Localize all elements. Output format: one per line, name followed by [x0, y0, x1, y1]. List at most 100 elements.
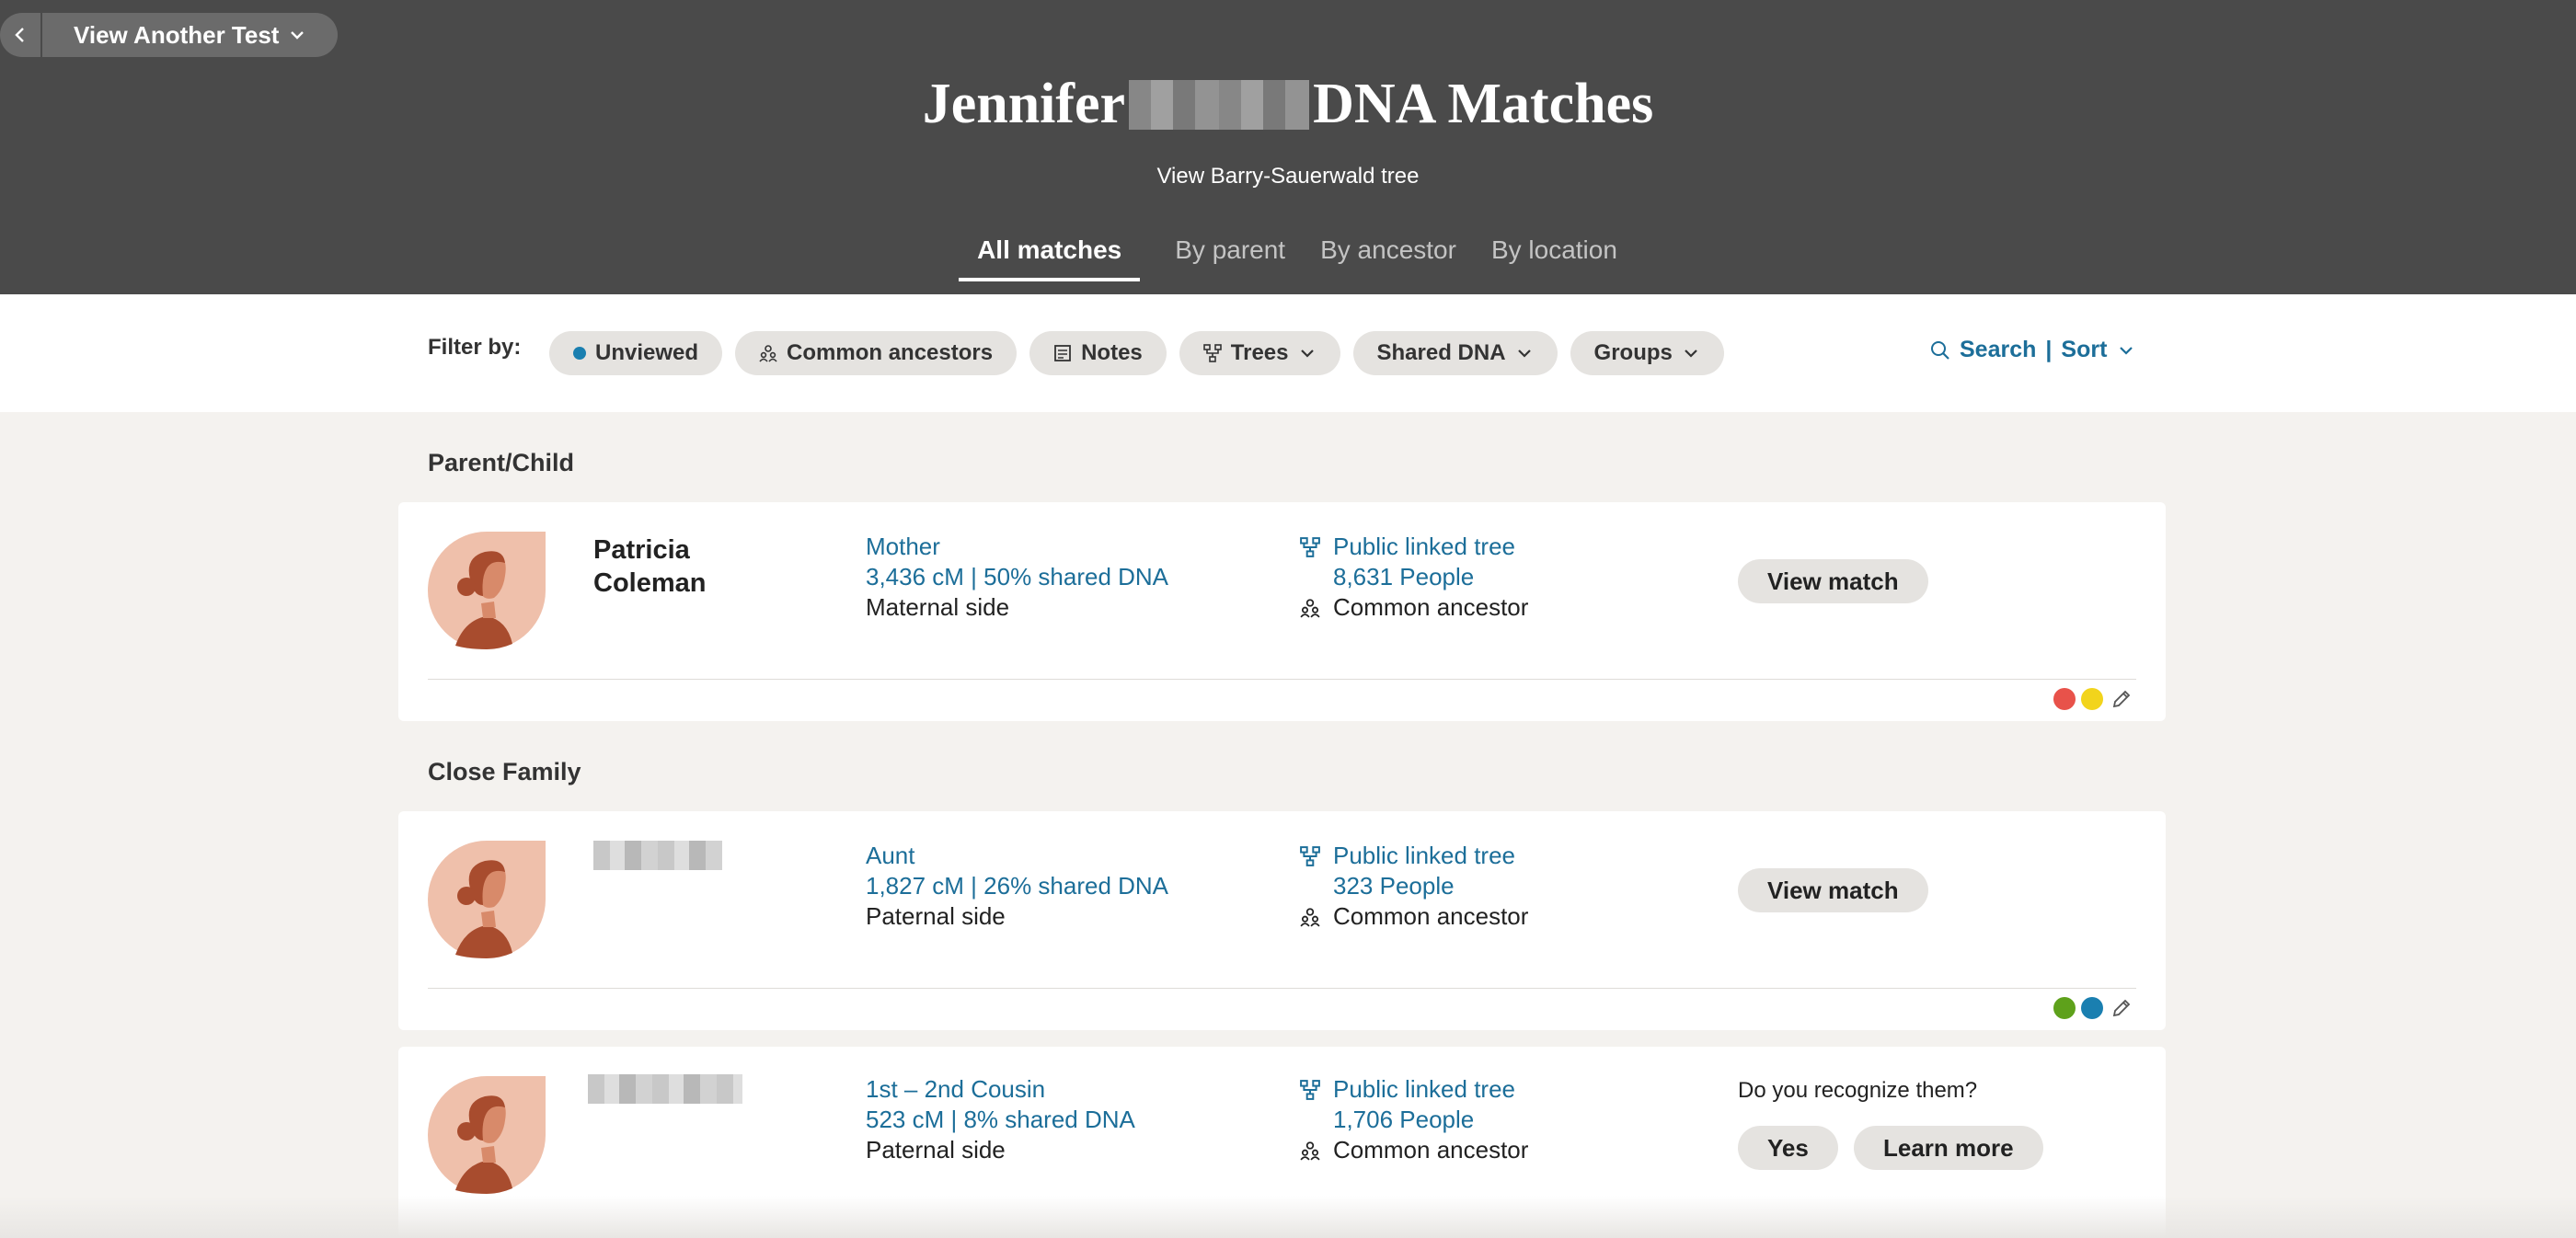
- chip-label: Trees: [1230, 340, 1289, 365]
- filter-groups[interactable]: Groups: [1570, 331, 1724, 375]
- sort-button[interactable]: Sort: [2061, 337, 2107, 363]
- filter-label: Filter by:: [428, 335, 522, 360]
- tree-info: Public linked tree 1,706 People Common a…: [1300, 1074, 1528, 1165]
- people-icon: [1300, 907, 1320, 926]
- tab-by-ancestor[interactable]: By ancestor: [1320, 235, 1456, 281]
- shared-dna-link[interactable]: 3,436 cM | 50% shared DNA: [866, 562, 1168, 592]
- card-divider: [428, 679, 2136, 680]
- redacted-match-name[interactable]: [588, 1074, 742, 1104]
- recognize-prompt: Do you recognize them?: [1738, 1078, 1978, 1103]
- filter-unviewed[interactable]: Unviewed: [549, 331, 723, 375]
- tree-icon: [1300, 1079, 1320, 1100]
- chevron-down-icon: [1300, 350, 1314, 358]
- section-title-close-family: Close Family: [428, 758, 581, 785]
- side-label: Paternal side: [866, 902, 1006, 930]
- search-button[interactable]: Search: [1960, 337, 2036, 363]
- pencil-icon[interactable]: [2110, 688, 2133, 710]
- search-icon: [1931, 340, 1949, 360]
- card-divider: [428, 988, 2136, 989]
- filter-shared-dna[interactable]: Shared DNA: [1352, 331, 1558, 375]
- match-tabs: All matches By parent By ancestor By loc…: [0, 235, 2576, 281]
- filter-bar: Filter by: Unviewed Common ancestors Not…: [0, 294, 2576, 412]
- separator: |: [2045, 337, 2053, 362]
- view-another-test-label: View Another Test: [74, 20, 280, 49]
- avatar: [428, 1076, 546, 1194]
- public-tree-link[interactable]: Public linked tree: [1333, 532, 1515, 562]
- group-tags: [2053, 997, 2133, 1019]
- filter-chips: Unviewed Common ancestors Notes Trees Sh…: [549, 331, 1724, 375]
- chip-label: Common ancestors: [787, 340, 994, 365]
- chip-label: Notes: [1081, 340, 1143, 365]
- title-first-name: Jennifer: [922, 73, 1126, 135]
- side-label: Maternal side: [866, 593, 1010, 621]
- filter-common-ancestors[interactable]: Common ancestors: [735, 331, 1018, 375]
- chip-label: Unviewed: [595, 340, 699, 365]
- view-match-button[interactable]: View match: [1738, 868, 1928, 912]
- tree-icon: [1202, 344, 1222, 362]
- people-icon: [759, 345, 777, 362]
- match-first-name: Patricia: [593, 535, 690, 565]
- tree-people-count: 8,631 People: [1333, 563, 1475, 590]
- people-icon: [1300, 1141, 1320, 1160]
- match-last-name: Coleman: [593, 568, 707, 598]
- group-tags: [2053, 688, 2133, 710]
- view-another-test-button[interactable]: View Another Test: [40, 13, 339, 57]
- tab-by-location[interactable]: By location: [1491, 235, 1617, 281]
- chip-label: Groups: [1593, 340, 1673, 365]
- relationship-info: Aunt 1,827 cM | 26% shared DNA Paternal …: [866, 841, 1168, 932]
- test-switcher: View Another Test: [0, 13, 339, 57]
- green-group-dot[interactable]: [2053, 997, 2076, 1019]
- people-icon: [1300, 598, 1320, 617]
- tree-icon: [1300, 536, 1320, 557]
- filter-trees[interactable]: Trees: [1179, 331, 1340, 375]
- tree-people-count: 323 People: [1333, 872, 1455, 900]
- back-button[interactable]: [0, 13, 40, 57]
- relationship-link[interactable]: Mother: [866, 532, 1168, 562]
- view-match-button[interactable]: View match: [1738, 559, 1928, 603]
- match-name[interactable]: Patricia Coleman: [593, 533, 706, 600]
- shared-dna-link[interactable]: 523 cM | 8% shared DNA: [866, 1105, 1135, 1135]
- chevron-down-icon: [1517, 350, 1531, 358]
- match-card: Patricia Coleman Mother 3,436 cM | 50% s…: [398, 502, 2166, 721]
- match-card: Aunt 1,827 cM | 26% shared DNA Paternal …: [398, 811, 2166, 1030]
- pencil-icon[interactable]: [2110, 997, 2133, 1019]
- chevron-left-icon: [15, 28, 24, 42]
- chevron-down-icon: [2120, 346, 2133, 355]
- tree-info: Public linked tree 8,631 People Common a…: [1300, 532, 1528, 623]
- red-group-dot[interactable]: [2053, 688, 2076, 710]
- common-ancestor-label: Common ancestor: [1333, 1136, 1529, 1163]
- title-suffix: DNA Matches: [1313, 73, 1654, 135]
- section-title-parent-child: Parent/Child: [428, 449, 575, 476]
- tree-people-count: 1,706 People: [1333, 1106, 1475, 1133]
- relationship-link[interactable]: Aunt: [866, 841, 1168, 871]
- public-tree-link[interactable]: Public linked tree: [1333, 1074, 1515, 1105]
- shared-dna-link[interactable]: 1,827 cM | 26% shared DNA: [866, 871, 1168, 901]
- side-label: Paternal side: [866, 1136, 1006, 1163]
- scroll-fade: [0, 1196, 2576, 1238]
- common-ancestor-label: Common ancestor: [1333, 593, 1529, 621]
- common-ancestor-label: Common ancestor: [1333, 902, 1529, 930]
- chevron-down-icon: [291, 31, 305, 40]
- tab-all-matches[interactable]: All matches: [959, 235, 1141, 281]
- page-title: Jennifer DNA Matches: [0, 72, 2576, 137]
- note-icon: [1054, 345, 1071, 361]
- unviewed-dot-icon: [573, 347, 586, 360]
- tab-by-parent[interactable]: By parent: [1175, 235, 1285, 281]
- tree-icon: [1300, 845, 1320, 866]
- view-tree-link[interactable]: View Barry-Sauerwald tree: [0, 164, 2576, 189]
- relationship-link[interactable]: 1st – 2nd Cousin: [866, 1074, 1135, 1105]
- redacted-match-name[interactable]: [593, 841, 722, 870]
- relationship-info: Mother 3,436 cM | 50% shared DNA Materna…: [866, 532, 1168, 623]
- public-tree-link[interactable]: Public linked tree: [1333, 841, 1515, 871]
- relationship-info: 1st – 2nd Cousin 523 cM | 8% shared DNA …: [866, 1074, 1135, 1165]
- search-sort-controls: Search | Sort: [1930, 337, 2136, 363]
- yes-button[interactable]: Yes: [1738, 1126, 1838, 1170]
- learn-more-button[interactable]: Learn more: [1854, 1126, 2043, 1170]
- redacted-surname: [1129, 79, 1310, 130]
- yellow-group-dot[interactable]: [2081, 688, 2103, 710]
- filter-notes[interactable]: Notes: [1029, 331, 1167, 375]
- tree-info: Public linked tree 323 People Common anc…: [1300, 841, 1528, 932]
- blue-group-dot[interactable]: [2081, 997, 2103, 1019]
- page-header: View Another Test Jennifer DNA Matches V…: [0, 0, 2576, 294]
- chip-label: Shared DNA: [1376, 340, 1506, 365]
